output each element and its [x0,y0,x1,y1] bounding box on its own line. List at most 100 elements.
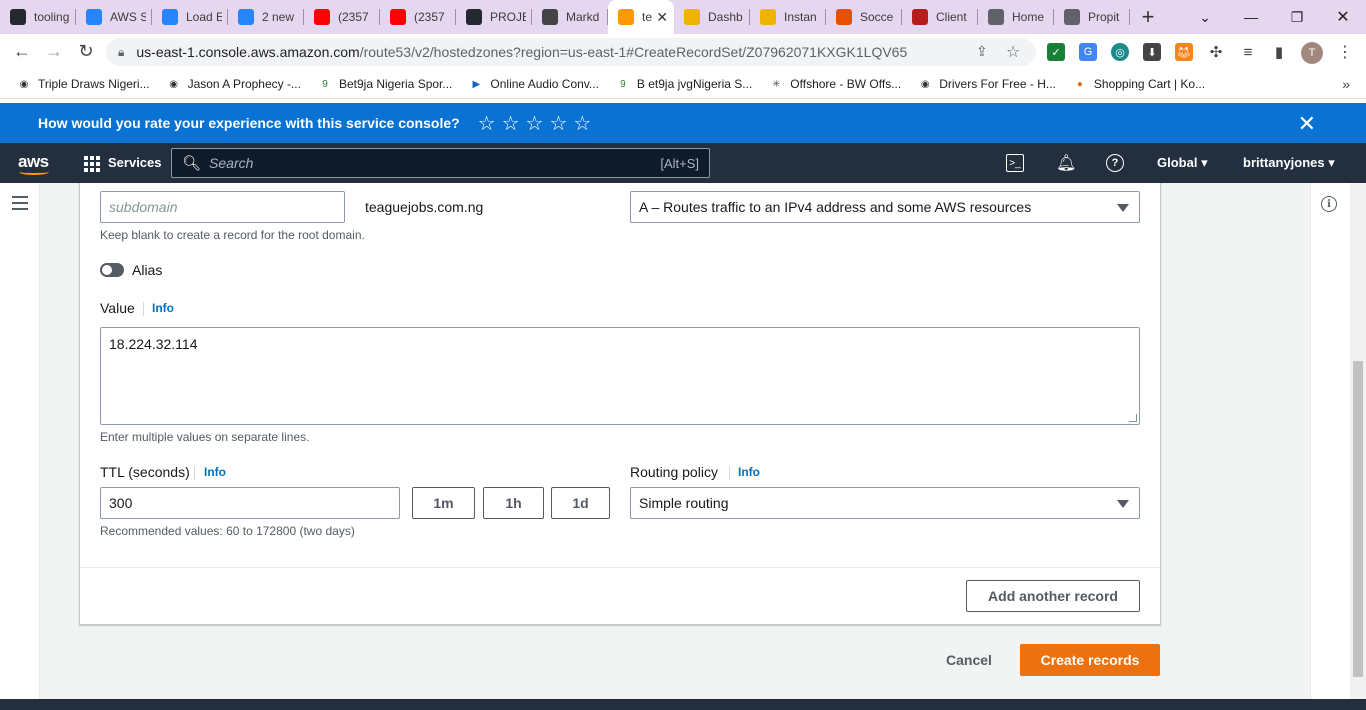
bookmark-item[interactable]: ◉ Jason A Prophecy -... [166,76,301,92]
restore-icon[interactable]: ❐ [1274,0,1320,34]
tab-search-chevron-icon[interactable]: ⌄ [1182,0,1228,34]
google-translate-icon[interactable]: G [1079,43,1097,61]
browser-tab[interactable]: te ✕ [608,0,674,34]
help-icon[interactable]: ? [1106,154,1124,172]
youtube-icon [390,9,406,25]
bookmark-star-icon[interactable]: ☆ [1006,42,1020,62]
close-tab-icon[interactable]: ✕ [656,9,668,26]
cloudshell-icon[interactable]: >_ [1006,154,1024,172]
star-rating-icon[interactable]: ☆ [549,111,567,136]
aws-cube-icon [618,9,634,25]
ttl-input[interactable]: 300 [100,487,400,519]
star-rating-icon[interactable]: ☆ [573,111,591,136]
browser-menu-icon[interactable]: ⋮ [1336,43,1354,61]
routing-info-link[interactable]: Info [738,465,760,479]
close-window-icon[interactable]: ✕ [1320,0,1366,34]
cancel-button[interactable]: Cancel [946,652,992,668]
media-queue-icon[interactable]: ≡ [1239,43,1257,61]
services-menu[interactable]: Services [108,155,162,170]
star-rating-icon[interactable]: ☆ [526,111,544,136]
extension-check-icon[interactable]: ✓ [1047,43,1065,61]
bookmark-item[interactable]: ◉ Triple Draws Nigeri... [16,76,150,92]
resize-handle[interactable] [1129,414,1137,422]
page-scrollbar[interactable] [1350,183,1366,699]
ttl-1m-button[interactable]: 1m [412,487,475,519]
record-type-select[interactable]: A – Routes traffic to an IPv4 address an… [630,191,1140,223]
extension-circle-icon[interactable]: ◎ [1111,43,1129,61]
download-extension-icon[interactable]: ⬇ [1143,43,1161,61]
profile-avatar[interactable]: T [1301,42,1323,64]
services-grid-icon[interactable] [84,156,100,172]
back-arrow-icon[interactable]: ← [6,41,38,62]
value-info-link[interactable]: Info [152,301,174,315]
bookmark-item[interactable]: 9 Bet9ja Nigeria Spor... [317,76,452,92]
browser-tab[interactable]: Socce [826,0,902,34]
bookmark-item[interactable]: 9 B et9ja jvgNigeria S... [615,76,752,92]
forward-arrow-icon[interactable]: → [38,41,70,62]
github-icon [466,9,482,25]
share-icon[interactable]: ⇪ [976,43,988,60]
alias-toggle[interactable] [100,263,124,277]
info-panel-icon[interactable]: i [1321,196,1337,212]
aws-search-input[interactable]: 🔍︎ Search [Alt+S] [171,148,710,178]
new-tab-button[interactable]: + [1130,4,1166,30]
feedback-question: How would you rate your experience with … [38,115,460,131]
browser-tab[interactable]: Markd [532,0,608,34]
star-rating-icon[interactable]: ☆ [502,111,520,136]
bookmark-label: B et9ja jvgNigeria S... [636,77,753,91]
cookie-icon: ● [1076,78,1083,90]
ttl-1h-button[interactable]: 1h [483,487,544,519]
bookmark-item[interactable]: ● Shopping Cart | Ko... [1072,76,1205,92]
minimize-icon[interactable]: — [1228,0,1274,34]
record-type-value: A – Routes traffic to an IPv4 address an… [639,199,1032,215]
tab-title: te [642,10,653,24]
browser-tab[interactable]: Load E [152,0,228,34]
bookmark-item[interactable]: ✳ Offshore - BW Offs... [768,76,901,92]
browser-tab[interactable]: 2 new [228,0,304,34]
chevron-down-icon [1117,500,1129,508]
create-records-button[interactable]: Create records [1020,644,1160,676]
extensions-puzzle-icon[interactable]: ✣ [1207,43,1225,61]
value-hint: Enter multiple values on separate lines. [100,430,310,444]
browser-tab[interactable]: Instan [750,0,826,34]
region-selector[interactable]: Global ▾ [1157,155,1208,171]
bookmark-item[interactable]: ▶ Online Audio Conv... [468,76,599,92]
aws-box-icon [684,9,700,25]
tab-title: PROJE [490,10,526,24]
bookmark-label: Bet9ja Nigeria Spor... [338,77,453,91]
url-bar[interactable]: 🔒︎ us-east-1.console.aws.amazon.com/rout… [106,38,1036,66]
browser-tab[interactable]: Dashb [674,0,750,34]
browser-tab[interactable]: PROJE [456,0,532,34]
add-another-record-button[interactable]: Add another record [966,580,1140,612]
scrollbar-thumb[interactable] [1353,361,1363,677]
browser-tab[interactable]: Client [902,0,978,34]
notifications-bell-icon[interactable]: 🔔︎ [1056,153,1076,173]
browser-tab[interactable]: Home [978,0,1054,34]
metamask-fox-icon[interactable]: 🦊︎ [1175,43,1193,61]
bookmark-item[interactable]: ◉ Drivers For Free - H... [917,76,1056,92]
ttl-1d-button[interactable]: 1d [551,487,610,519]
label-separator [729,466,730,480]
hamburger-menu-icon[interactable] [12,196,28,214]
value-label: Value [100,300,135,316]
record-name-input[interactable]: subdomain [100,191,345,223]
aws-logo[interactable]: aws [18,152,49,175]
browser-tab[interactable]: AWS S [76,0,152,34]
bookmark-label: Shopping Cart | Ko... [1093,77,1206,91]
browser-tab[interactable]: tooling [0,0,76,34]
value-textarea[interactable]: 18.224.32.114 [100,327,1140,425]
routing-policy-select[interactable]: Simple routing [630,487,1140,519]
tab-title: Socce [860,10,894,24]
ttl-info-link[interactable]: Info [204,465,226,479]
reload-icon[interactable]: ↻ [70,41,102,62]
routing-policy-value: Simple routing [639,495,729,511]
star-rating-icon[interactable]: ☆ [478,111,496,136]
browser-tab-strip: tooling AWS S Load E 2 new (2357 (2357 PROJE Ma… [0,0,1366,34]
browser-tab[interactable]: (2357 [304,0,380,34]
close-banner-icon[interactable]: ✕ [1298,111,1316,137]
browser-tab[interactable]: Propit [1054,0,1130,34]
more-bookmarks-chevron-icon[interactable]: » [1342,76,1350,92]
account-menu[interactable]: brittanyjones ▾ [1243,155,1335,171]
side-panel-icon[interactable]: ▮ [1270,43,1288,61]
browser-tab[interactable]: (2357 [380,0,456,34]
